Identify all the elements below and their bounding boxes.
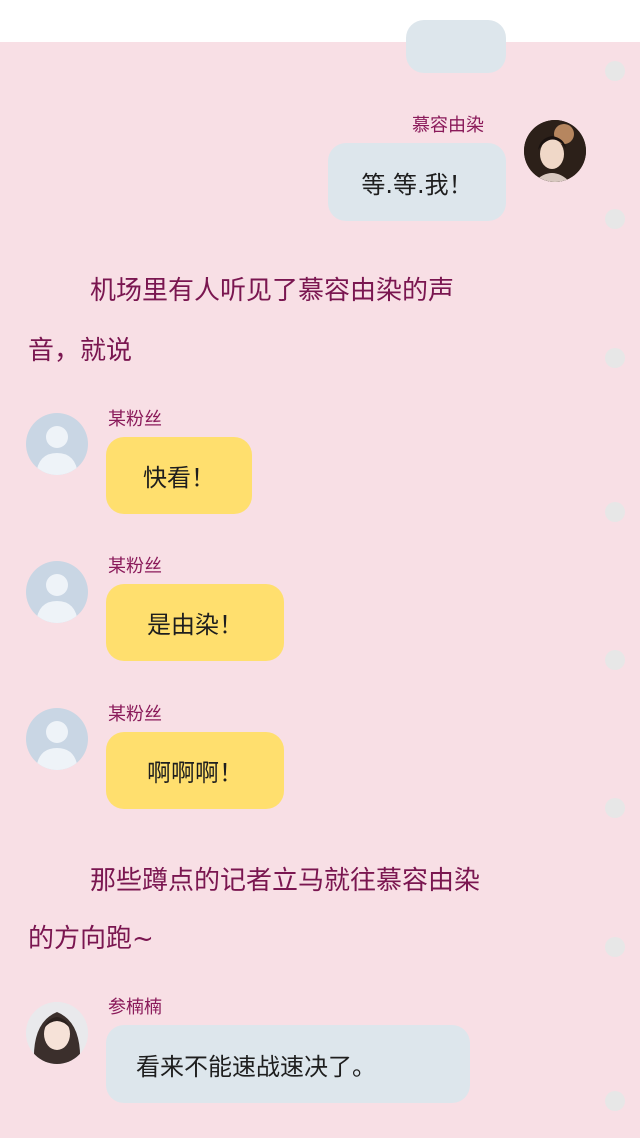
user-photo-icon — [524, 120, 586, 182]
narration-text: 那些蹲点的记者立马就往慕容由染 — [90, 866, 481, 896]
scroll-dot-icon — [605, 61, 625, 81]
person-silhouette-icon — [36, 426, 78, 475]
scroll-dot-icon — [605, 348, 625, 368]
sender-name: 某粉丝 — [108, 704, 162, 725]
scroll-dot-icon — [605, 1091, 625, 1111]
narration-text: 的方向跑~ — [28, 924, 154, 954]
scroll-dot-icon — [605, 209, 625, 229]
avatar[interactable] — [26, 708, 88, 770]
message-bubble[interactable]: 是由染！ — [106, 584, 284, 661]
avatar[interactable] — [524, 120, 586, 182]
previous-message-bubble — [406, 20, 506, 73]
scroll-dot-icon — [605, 502, 625, 522]
person-silhouette-icon — [36, 721, 78, 770]
top-bar — [0, 0, 640, 42]
message-bubble[interactable]: 等.等.我！ — [328, 143, 506, 221]
scroll-dot-icon — [605, 937, 625, 957]
avatar[interactable] — [26, 413, 88, 475]
person-silhouette-icon — [36, 574, 78, 623]
narration-text: 音，就说 — [28, 336, 133, 366]
message-bubble[interactable]: 啊啊啊！ — [106, 732, 284, 809]
avatar[interactable] — [26, 1002, 88, 1064]
sender-name: 某粉丝 — [108, 409, 162, 430]
avatar[interactable] — [26, 561, 88, 623]
message-bubble[interactable]: 看来不能速战速决了。 — [106, 1025, 470, 1103]
sender-name: 某粉丝 — [108, 556, 162, 577]
sender-name: 慕容由染 — [412, 115, 484, 136]
sender-name: 参楠楠 — [108, 997, 162, 1018]
narration-text: 机场里有人听见了慕容由染的声 — [90, 276, 455, 306]
message-bubble[interactable]: 快看！ — [106, 437, 252, 514]
scroll-dot-icon — [605, 798, 625, 818]
scroll-dot-icon — [605, 650, 625, 670]
user-photo-icon — [26, 1002, 88, 1064]
